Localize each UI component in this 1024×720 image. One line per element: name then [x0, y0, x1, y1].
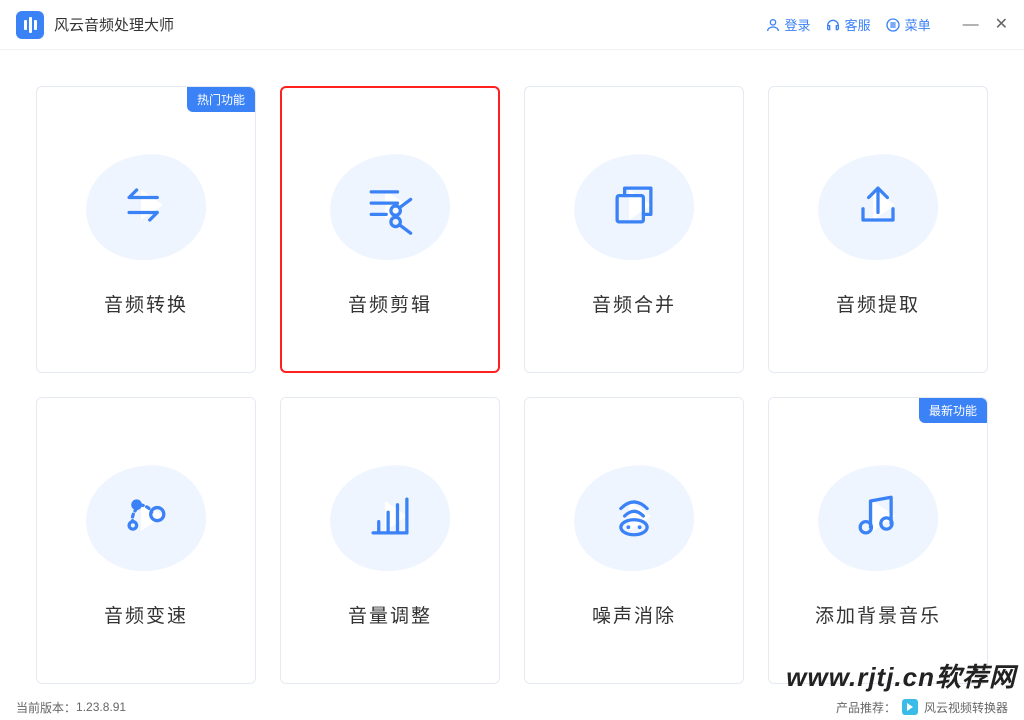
card-icon	[81, 463, 211, 573]
card-audio-convert[interactable]: 热门功能 音频转换	[36, 86, 256, 373]
hot-badge: 热门功能	[187, 87, 255, 112]
version-label: 当前版本：	[16, 699, 76, 716]
watermark: www.rjtj.cn软荐网	[786, 657, 1016, 694]
statusbar: 当前版本： 1.23.8.91 产品推荐： 风云视频转换器	[0, 694, 1024, 720]
convert-icon	[116, 175, 176, 240]
menu-button[interactable]: 菜单	[885, 15, 931, 34]
main-grid: 热门功能 音频转换 音频剪辑	[0, 50, 1024, 694]
close-button[interactable]: ✕	[995, 17, 1008, 33]
card-label: 噪声消除	[592, 601, 676, 628]
audio-bars-icon	[24, 17, 37, 33]
card-icon	[569, 152, 699, 262]
speed-icon	[116, 486, 176, 551]
card-add-bgm[interactable]: 最新功能 添加背景音乐	[768, 397, 988, 684]
service-button[interactable]: 客服	[825, 15, 871, 34]
product-label: 产品推荐：	[836, 699, 896, 716]
play-icon	[902, 699, 918, 715]
titlebar-actions: 登录 客服 菜单 — ✕	[765, 15, 1008, 34]
card-label: 音频合并	[592, 290, 676, 317]
version-value: 1.23.8.91	[76, 700, 126, 714]
user-icon	[765, 17, 781, 33]
volume-icon	[360, 486, 420, 551]
card-noise-remove[interactable]: 噪声消除	[524, 397, 744, 684]
cut-icon	[360, 175, 420, 240]
titlebar: 风云音频处理大师 登录 客服 菜单 — ✕	[0, 0, 1024, 50]
card-icon	[81, 152, 211, 262]
card-audio-extract[interactable]: 音频提取	[768, 86, 988, 373]
minimize-button[interactable]: —	[963, 17, 979, 33]
login-label: 登录	[785, 15, 811, 34]
card-audio-cut[interactable]: 音频剪辑	[280, 86, 500, 373]
music-icon	[848, 486, 908, 551]
noise-icon	[604, 486, 664, 551]
login-button[interactable]: 登录	[765, 15, 811, 34]
card-label: 音量调整	[348, 601, 432, 628]
product-name: 风云视频转换器	[924, 699, 1008, 716]
card-icon	[813, 152, 943, 262]
card-label: 音频转换	[104, 290, 188, 317]
app-title: 风云音频处理大师	[54, 14, 174, 35]
card-audio-speed[interactable]: 音频变速	[36, 397, 256, 684]
menu-icon	[885, 17, 901, 33]
app-window: 风云音频处理大师 登录 客服 菜单 — ✕ 热门功能	[0, 0, 1024, 720]
card-volume-adjust[interactable]: 音量调整	[280, 397, 500, 684]
app-logo	[16, 11, 44, 39]
card-label: 音频剪辑	[348, 290, 432, 317]
card-label: 音频提取	[836, 290, 920, 317]
headset-icon	[825, 17, 841, 33]
card-audio-merge[interactable]: 音频合并	[524, 86, 744, 373]
extract-icon	[848, 175, 908, 240]
card-icon	[569, 463, 699, 573]
merge-icon	[604, 175, 664, 240]
service-label: 客服	[845, 15, 871, 34]
card-label: 添加背景音乐	[815, 601, 941, 628]
card-icon	[813, 463, 943, 573]
card-icon	[325, 463, 455, 573]
window-controls: — ✕	[963, 17, 1008, 33]
new-badge: 最新功能	[919, 398, 987, 423]
card-label: 音频变速	[104, 601, 188, 628]
card-icon	[325, 152, 455, 262]
product-recommend[interactable]: 产品推荐： 风云视频转换器	[836, 699, 1008, 716]
menu-label: 菜单	[905, 15, 931, 34]
